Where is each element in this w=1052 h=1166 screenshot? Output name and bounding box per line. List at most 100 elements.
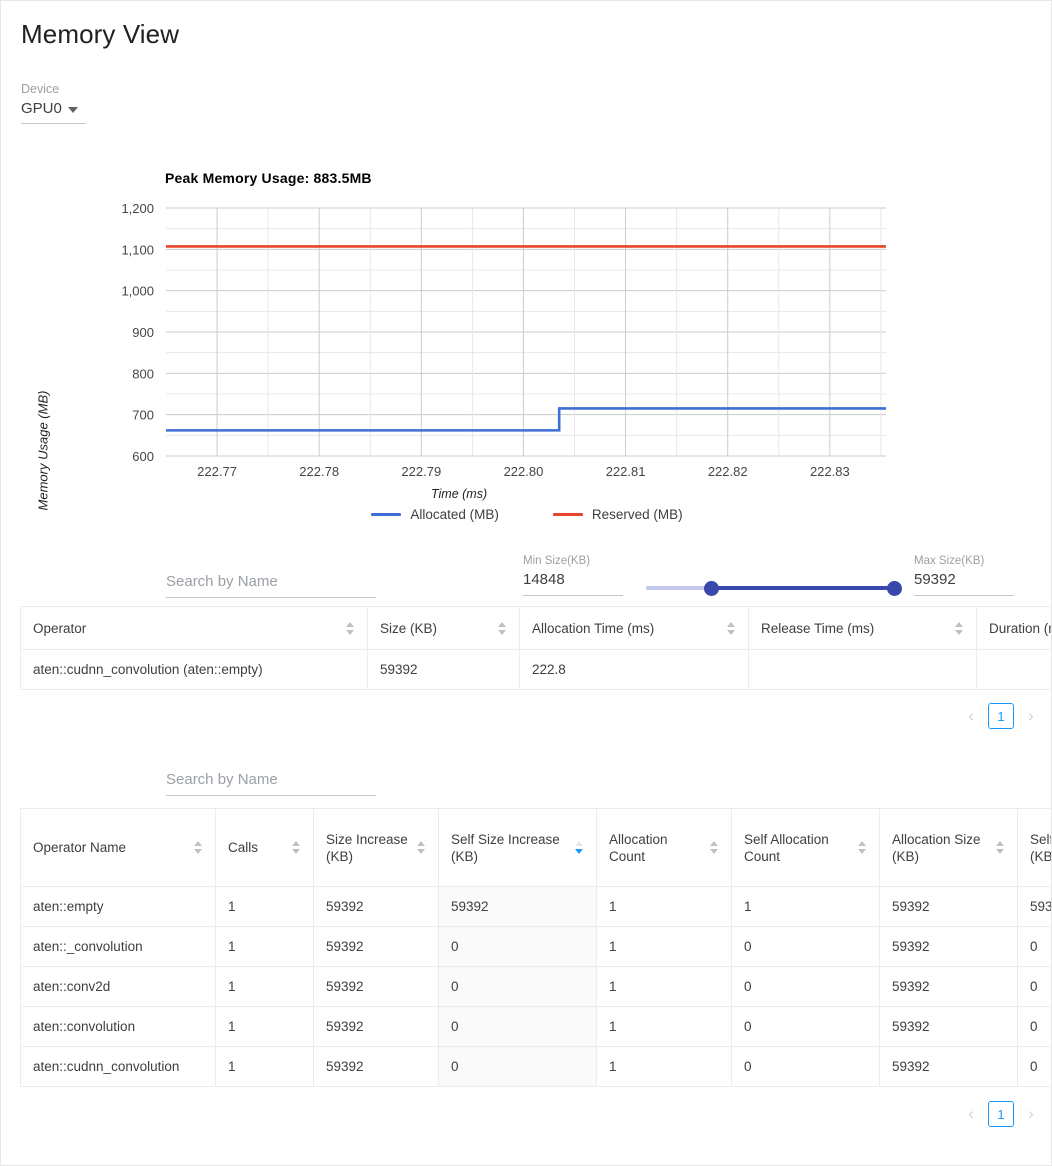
table-cell: 0 [732,927,880,967]
table-cell: 59392 [314,967,439,1007]
column-header-self-allocation-count[interactable]: Self Allocation Count [732,809,880,887]
chart-y-tick-labels: 6007008009001,0001,1001,200 [121,201,154,464]
table-cell: 59392 [368,650,520,690]
table-row[interactable]: aten::empty15939259392115939259392 [21,887,1052,927]
max-size-label: Max Size(KB) [914,554,1014,568]
table-row[interactable]: aten::conv2d159392010593920 [21,967,1052,1007]
column-header-label: Size Increase (KB) [326,831,411,865]
operators-table-body: aten::empty15939259392115939259392aten::… [21,887,1052,1087]
column-header-allocation-count[interactable]: Allocation Count [597,809,732,887]
table-cell: 59392 [880,1047,1018,1087]
chart-series-lines [166,246,886,430]
size-range-slider[interactable] [646,579,901,597]
table-cell: 59392 [1018,887,1052,927]
table-cell: 1 [597,967,732,1007]
table-row[interactable]: aten::cudnn_convolution159392010593920 [21,1047,1052,1087]
table-cell: 59392 [880,967,1018,1007]
table-row[interactable]: aten::cudnn_convolution (aten::empty)593… [21,650,1052,690]
column-header-allocation-time[interactable]: Allocation Time (ms) [520,607,749,650]
sort-toggle-icon[interactable] [955,621,964,636]
legend-swatch-allocated [371,513,401,516]
table-cell: aten::_convolution [21,927,216,967]
operators-search-field[interactable] [166,771,376,796]
sort-toggle-icon[interactable] [858,840,867,855]
memory-view-page: Memory View Device GPU0 Peak Memory Usag… [0,0,1052,1166]
column-header-calls[interactable]: Calls [216,809,314,887]
sort-toggle-icon[interactable] [346,621,355,636]
sort-toggle-icon[interactable] [996,840,1005,855]
svg-text:222.81: 222.81 [606,464,646,479]
column-header-allocation-size[interactable]: Allocation Size (KB) [880,809,1018,887]
column-header-release-time[interactable]: Release Time (ms) [749,607,977,650]
slider-thumb-min[interactable] [704,581,719,596]
table-cell: 59392 [314,927,439,967]
legend-item-allocated[interactable]: Allocated (MB) [371,507,499,522]
table-cell: aten::conv2d [21,967,216,1007]
min-size-field[interactable]: Min Size(KB) 14848 [523,554,623,596]
table-cell: 0 [1018,927,1052,967]
device-label: Device [21,81,201,97]
search-input[interactable] [166,573,376,590]
table-cell: 59392 [314,1007,439,1047]
pagination-prev-button[interactable]: ‹ [963,1101,979,1127]
column-header-self-allocation-size[interactable]: Self Allocation Size (KB) [1018,809,1052,887]
column-header-label: Allocation Time (ms) [532,620,654,637]
device-selector-block: Device GPU0 [21,81,201,124]
min-size-value[interactable]: 14848 [523,571,623,596]
svg-text:222.83: 222.83 [810,464,850,479]
device-select[interactable]: GPU0 [21,99,86,124]
pagination-page-1[interactable]: 1 [988,1101,1014,1127]
svg-text:700: 700 [132,408,154,423]
table-cell: 0 [439,927,597,967]
allocation-search-field[interactable] [166,573,376,598]
svg-text:1,200: 1,200 [121,201,154,216]
slider-thumb-max[interactable] [887,581,902,596]
table-cell: 59392 [880,887,1018,927]
allocation-filter-row: Min Size(KB) 14848 Max Size(KB) 59392 [1,549,1052,604]
sort-toggle-icon[interactable] [727,621,736,636]
table-cell: 0 [1018,1007,1052,1047]
search-input[interactable] [166,771,376,788]
svg-text:600: 600 [132,449,154,464]
pagination-next-button[interactable]: › [1023,703,1039,729]
svg-text:1,100: 1,100 [121,242,154,257]
max-size-field[interactable]: Max Size(KB) 59392 [914,554,1014,596]
legend-swatch-reserved [553,513,583,516]
table-cell: 59392 [439,887,597,927]
sort-toggle-icon[interactable] [710,840,719,855]
legend-label-allocated: Allocated (MB) [410,507,499,522]
column-header-size-kb[interactable]: Size (KB) [368,607,520,650]
sort-toggle-icon[interactable] [575,840,584,855]
svg-text:900: 900 [132,325,154,340]
pagination-prev-button[interactable]: ‹ [963,703,979,729]
table-cell: 1 [216,1047,314,1087]
page-title: Memory View [21,18,179,50]
column-header-size-increase[interactable]: Size Increase (KB) [314,809,439,887]
table-cell: 0 [439,1047,597,1087]
column-header-operator[interactable]: Operator [21,607,368,650]
column-header-self-size-increase[interactable]: Self Size Increase (KB) [439,809,597,887]
column-header-label: Self Allocation Size (KB) [1030,831,1052,865]
table-cell: 0 [439,1007,597,1047]
sort-toggle-icon[interactable] [292,840,301,855]
allocations-table: Operator Size (KB) Allocation Time (ms) [20,606,1052,690]
column-header-label: Calls [228,839,258,856]
pagination-page-1[interactable]: 1 [988,703,1014,729]
column-header-duration[interactable]: Duration (ms) [977,607,1052,650]
sort-toggle-icon[interactable] [194,840,203,855]
table-cell: 222.8 [520,650,749,690]
column-header-operator-name[interactable]: Operator Name [21,809,216,887]
max-size-value[interactable]: 59392 [914,571,1014,596]
legend-item-reserved[interactable]: Reserved (MB) [553,507,683,522]
svg-text:222.80: 222.80 [504,464,544,479]
column-header-label: Self Allocation Count [744,831,852,865]
sort-toggle-icon[interactable] [498,621,507,636]
table-row[interactable]: aten::convolution159392010593920 [21,1007,1052,1047]
allocations-pagination: ‹ 1 › [963,703,1039,729]
slider-rail-active [711,586,894,590]
column-header-label: Operator Name [33,839,126,856]
svg-text:222.77: 222.77 [197,464,237,479]
pagination-next-button[interactable]: › [1023,1101,1039,1127]
sort-toggle-icon[interactable] [417,840,426,855]
table-row[interactable]: aten::_convolution159392010593920 [21,927,1052,967]
